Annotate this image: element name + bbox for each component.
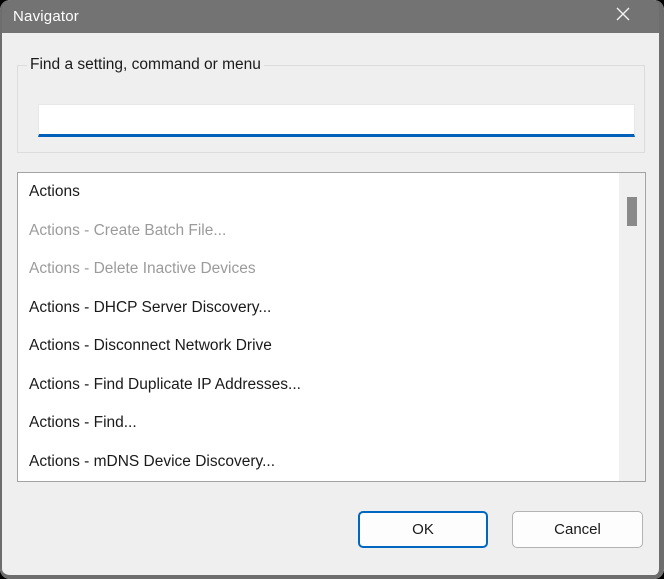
list-item[interactable]: Actions - DHCP Server Discovery... — [18, 289, 619, 328]
list-item-label: Actions - Delete Inactive Devices — [29, 260, 256, 278]
results-listbox: Actions Actions - Create Batch File... A… — [17, 172, 646, 482]
close-button[interactable] — [600, 0, 646, 33]
list-item[interactable]: Actions - mDNS Device Discovery... — [18, 443, 619, 482]
find-setting-label: Find a setting, command or menu — [27, 56, 264, 74]
list-item-label: Actions - Find Duplicate IP Addresses... — [29, 375, 301, 393]
find-setting-group: Find a setting, command or menu — [17, 56, 645, 153]
list-item-label: Actions — [29, 183, 80, 201]
window-title: Navigator — [13, 8, 79, 25]
list-item-label: Actions - Create Batch File... — [29, 221, 227, 239]
list-item-label: Actions - Disconnect Network Drive — [29, 337, 272, 355]
list-item[interactable]: Actions - Find... — [18, 404, 619, 443]
list-item-label: Actions - mDNS Device Discovery... — [29, 452, 276, 470]
titlebar[interactable]: Navigator — [0, 0, 664, 33]
list-item[interactable]: Actions — [18, 173, 619, 212]
ok-button[interactable]: OK — [358, 511, 488, 548]
list-item[interactable]: Actions - Disconnect Network Drive — [18, 327, 619, 366]
cancel-button[interactable]: Cancel — [512, 511, 643, 548]
results-list: Actions Actions - Create Batch File... A… — [18, 173, 619, 481]
navigator-dialog: Navigator Find a setting, command or men… — [0, 0, 664, 579]
list-item[interactable]: Actions - Delete Inactive Devices — [18, 250, 619, 289]
close-icon — [615, 6, 631, 27]
vertical-scrollbar[interactable] — [619, 173, 645, 481]
list-item[interactable]: Actions - Create Batch File... — [18, 212, 619, 251]
list-item-label: Actions - Find... — [29, 414, 137, 432]
list-item[interactable]: Actions - Find Duplicate IP Addresses... — [18, 366, 619, 405]
list-item-label: Actions - DHCP Server Discovery... — [29, 298, 272, 316]
search-input[interactable] — [38, 104, 635, 137]
scrollbar-thumb[interactable] — [627, 197, 637, 226]
